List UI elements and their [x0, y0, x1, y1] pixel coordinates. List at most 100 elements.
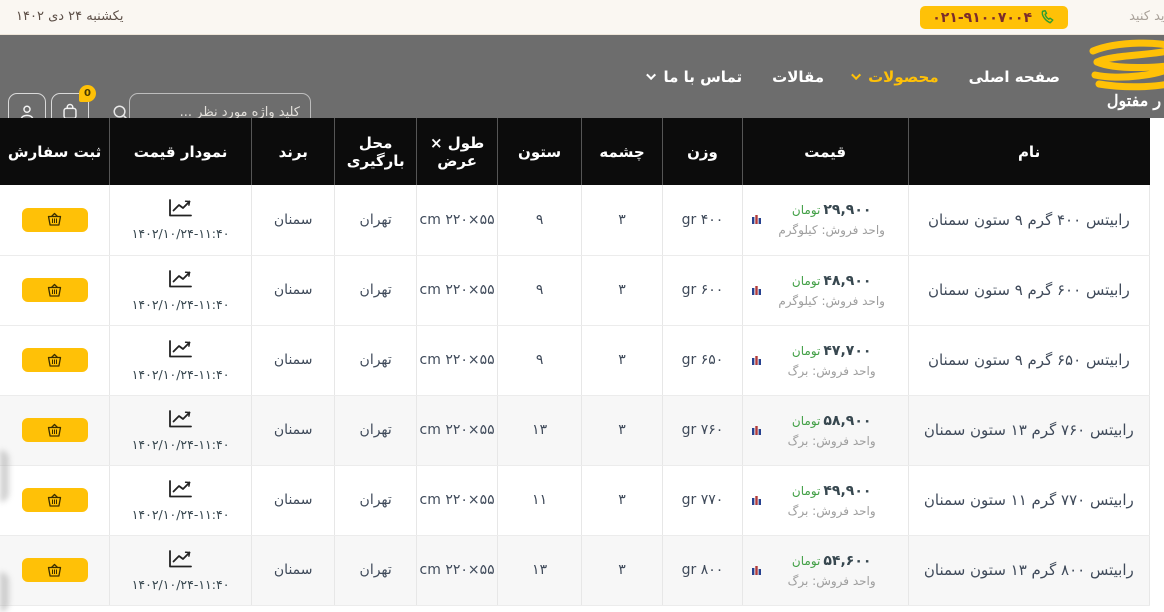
order-button[interactable]: [21, 278, 88, 302]
table-row: رابیتس ۸۰۰ گرم ۱۳ ستون سمنان ۵۴,۶۰۰تومان…: [0, 535, 1151, 606]
currency-label: تومان: [791, 413, 821, 428]
weight-cell: ۶۵۰ gr: [662, 325, 743, 396]
price-updated-at: ۱۴۰۲/۱۰/۲۴-۱۱:۴۰: [131, 226, 230, 242]
line-chart-icon: [167, 409, 194, 434]
current-date: یکشنبه ۲۴ دی ۱۴۰۲: [16, 9, 124, 24]
header-dimensions: طول × عرض: [415, 118, 498, 185]
mesh-cell: ۳: [580, 255, 663, 326]
price-updated-at: ۱۴۰۲/۱۰/۲۴-۱۱:۴۰: [131, 296, 230, 312]
basket-icon: [46, 493, 63, 508]
price-updated-at: ۱۴۰۲/۱۰/۲۴-۱۱:۴۰: [131, 366, 230, 382]
product-name[interactable]: رابیتس ۷۷۰ گرم ۱۱ ستون سمنان: [924, 491, 1134, 509]
price-chart-link[interactable]: ۱۴۰۲/۱۰/۲۴-۱۱:۴۰: [131, 268, 230, 312]
currency-label: تومان: [791, 203, 821, 218]
table-row: رابیتس ۷۷۰ گرم ۱۱ ستون سمنان ۴۹,۹۰۰تومان…: [0, 465, 1151, 536]
sale-unit: واحد فروش: کیلوگرم: [778, 293, 885, 308]
search-input[interactable]: [130, 104, 300, 118]
order-button[interactable]: [21, 207, 88, 232]
nav-item-contact[interactable]: تماس با ما: [646, 67, 743, 86]
basket-icon: [46, 353, 63, 368]
phone-badge[interactable]: ۰۲۱-۹۱۰۰۷۰۰۴: [920, 6, 1068, 29]
dimensions-cell: ۵۵×۲۲۰ cm: [415, 185, 498, 256]
weight-cell: ۷۶۰ gr: [662, 395, 743, 466]
loading-location-cell: تهران: [334, 185, 417, 256]
price-history-icon[interactable]: [751, 214, 762, 225]
table-row: رابیتس ۷۶۰ گرم ۱۳ ستون سمنان ۵۸,۹۰۰تومان…: [0, 395, 1151, 466]
brand-cell: سمنان: [250, 255, 335, 326]
weight-cell: ۴۰۰ gr: [662, 185, 743, 256]
cart-button[interactable]: 0: [51, 85, 96, 118]
header-price: قیمت: [741, 118, 909, 185]
product-name[interactable]: رابیتس ۸۰۰ گرم ۱۳ ستون سمنان: [924, 561, 1134, 579]
main-menu: صفحه اصلی محصولات مقالات تماس با ما: [646, 35, 1060, 118]
phone-icon: [1039, 9, 1056, 26]
price-chart-link[interactable]: ۱۴۰۲/۱۰/۲۴-۱۱:۴۰: [131, 338, 230, 382]
product-name[interactable]: رابیتس ۶۰۰ گرم ۹ ستون سمنان: [928, 281, 1130, 299]
price-value: ۲۹,۹۰۰: [823, 202, 872, 219]
top-info-bar: اسطه خرید کنید ۰۲۱-۹۱۰۰۷۰۰۴ یکشنبه ۲۴ دی…: [0, 0, 1164, 35]
price-chart-link[interactable]: ۱۴۰۲/۱۰/۲۴-۱۱:۴۰: [132, 548, 229, 592]
price-value: ۴۸,۹۰۰: [823, 272, 872, 289]
price-history-icon[interactable]: [751, 565, 762, 576]
basket-icon: [46, 563, 63, 578]
nav-label: مقالات: [772, 67, 825, 86]
weight-cell: ۶۰۰ gr: [662, 255, 743, 326]
header-price-chart: نمودار قیمت: [109, 118, 252, 185]
brand-cell: سمنان: [250, 325, 335, 396]
price-table-body: رابیتس ۴۰۰ گرم ۹ ستون سمنان ۲۹,۹۰۰تومان …: [0, 185, 1151, 606]
price-chart-link[interactable]: ۱۴۰۲/۱۰/۲۴-۱۱:۴۰: [132, 478, 229, 522]
loading-location-cell: تهران: [334, 255, 417, 326]
price-history-icon[interactable]: [751, 285, 762, 296]
price-table-wrap: نام قیمت وزن چشمه ستون طول × عرض محل بار…: [0, 118, 1151, 606]
phone-number: ۰۲۱-۹۱۰۰۷۰۰۴: [932, 9, 1032, 26]
order-button[interactable]: [21, 488, 88, 512]
loading-location-cell: تهران: [334, 465, 417, 536]
nav-label: تماس با ما: [663, 67, 743, 86]
header-loading-location: محل بارگیری: [334, 118, 417, 185]
price-history-icon[interactable]: [751, 495, 762, 506]
order-button[interactable]: [21, 348, 88, 372]
loading-location-cell: تهران: [334, 395, 417, 466]
currency-label: تومان: [791, 273, 821, 288]
account-button[interactable]: [8, 93, 46, 118]
price-history-icon[interactable]: [751, 355, 762, 366]
loading-location-cell: تهران: [334, 325, 417, 396]
line-chart-icon: [167, 479, 194, 504]
price-history-icon[interactable]: [751, 425, 762, 436]
header-order: ثبت سفارش: [0, 118, 110, 185]
nav-item-articles[interactable]: مقالات: [772, 68, 824, 86]
product-name[interactable]: رابیتس ۷۶۰ گرم ۱۳ ستون سمنان: [924, 421, 1134, 439]
columns-cell: ۱۳: [497, 395, 582, 466]
nav-item-home[interactable]: صفحه اصلی: [969, 68, 1060, 86]
mesh-cell: ۳: [580, 535, 663, 606]
dimensions-cell: ۵۵×۲۲۰ cm: [415, 325, 498, 396]
price-updated-at: ۱۴۰۲/۱۰/۲۴-۱۱:۴۰: [131, 436, 230, 452]
currency-label: تومان: [791, 483, 821, 498]
product-name[interactable]: رابیتس ۶۵۰ گرم ۹ ستون سمنان: [928, 351, 1130, 369]
nav-label: محصولات: [868, 67, 939, 86]
currency-label: تومان: [791, 343, 821, 358]
table-row: رابیتس ۴۰۰ گرم ۹ ستون سمنان ۲۹,۹۰۰تومان …: [0, 185, 1151, 256]
nav-item-products[interactable]: محصولات: [851, 67, 939, 86]
dimensions-cell: ۵۵×۲۲۰ cm: [415, 395, 498, 466]
sale-unit: واحد فروش: برگ: [787, 363, 876, 378]
line-chart-icon: [167, 339, 194, 364]
floating-widget-shadow: [0, 572, 9, 612]
cart-count-badge: 0: [79, 85, 96, 102]
price-chart-link[interactable]: ۱۴۰۲/۱۰/۲۴-۱۱:۴۰: [131, 408, 230, 452]
loading-location-cell: تهران: [334, 535, 417, 606]
product-name[interactable]: رابیتس ۴۰۰ گرم ۹ ستون سمنان: [928, 211, 1130, 229]
search-box: [113, 93, 311, 118]
line-chart-icon: [167, 199, 194, 223]
price-chart-link[interactable]: ۱۴۰۲/۱۰/۲۴-۱۱:۴۰: [131, 197, 230, 242]
columns-cell: ۹: [497, 325, 582, 396]
order-button[interactable]: [21, 558, 88, 582]
price-value: ۴۹,۹۰۰: [823, 482, 872, 499]
table-row: رابیتس ۶۰۰ گرم ۹ ستون سمنان ۴۸,۹۰۰تومان …: [0, 255, 1151, 326]
header-name: نام: [907, 118, 1150, 185]
buy-direct-text: اسطه خرید کنید: [1129, 9, 1164, 24]
order-button[interactable]: [21, 418, 88, 442]
site-logo[interactable]: ر مفتول: [1074, 39, 1164, 110]
price-table: نام قیمت وزن چشمه ستون طول × عرض محل بار…: [0, 118, 1151, 606]
line-chart-icon: [167, 549, 194, 574]
